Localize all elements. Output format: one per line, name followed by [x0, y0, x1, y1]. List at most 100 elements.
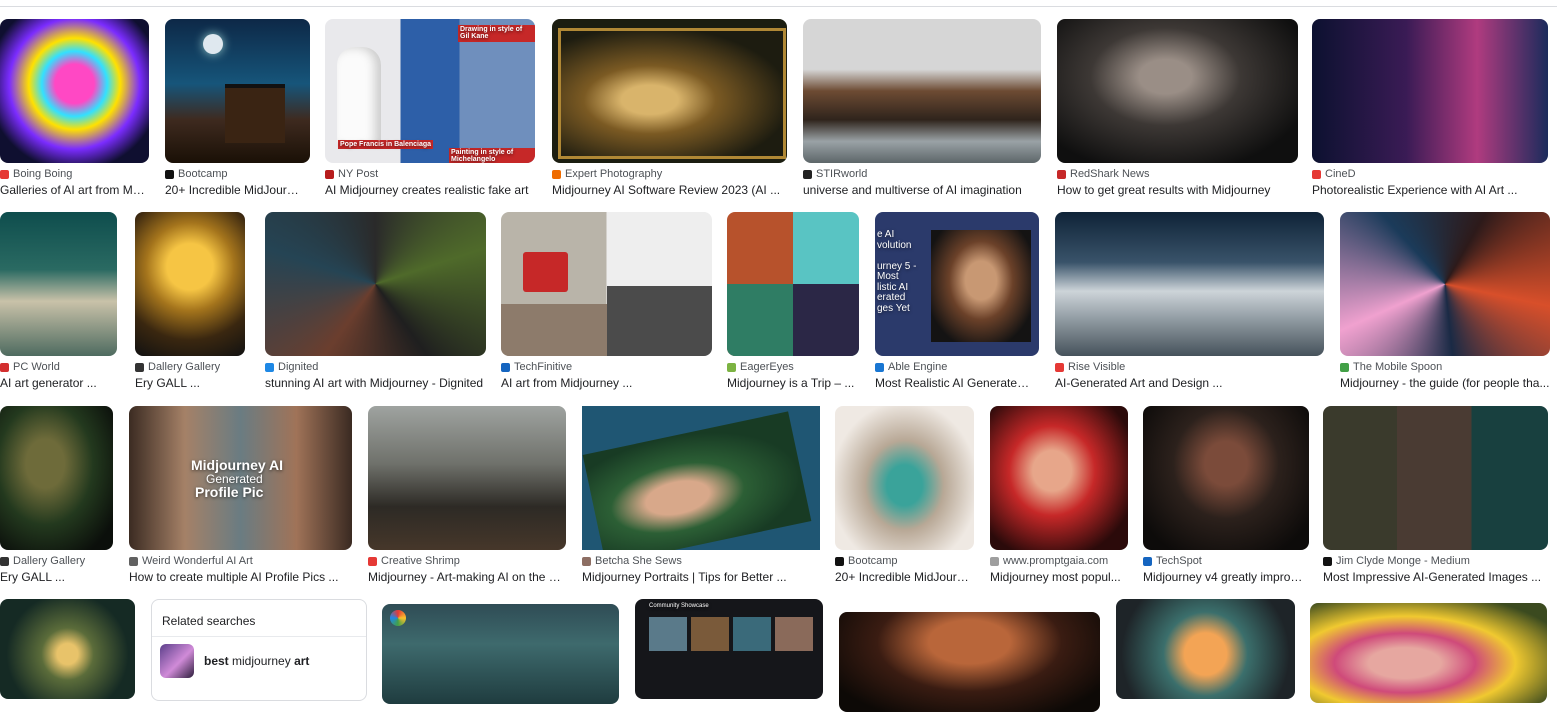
result-thumbnail[interactable] — [1116, 599, 1295, 699]
result-thumbnail[interactable] — [1057, 19, 1298, 163]
result-title[interactable]: Most Realistic AI Generated I... — [875, 376, 1035, 390]
image-result[interactable]: Rise Visible AI-Generated Art and Design… — [1055, 212, 1325, 392]
result-thumbnail[interactable] — [0, 599, 135, 699]
result-title[interactable]: Galleries of AI art from Mi... — [0, 183, 145, 197]
moon-shape — [203, 34, 223, 54]
result-title[interactable]: Midjourney v4 greatly improv... — [1143, 570, 1305, 584]
image-result[interactable]: Dallery Gallery Ery GALL ... — [135, 212, 247, 392]
image-result[interactable]: Dallery Gallery Ery GALL ... — [0, 406, 115, 586]
image-result[interactable]: Drawing in style of Gil Kane Pope Franci… — [325, 19, 537, 199]
result-title[interactable]: AI art from Midjourney ... — [501, 376, 713, 390]
favicon-icon — [501, 362, 510, 372]
image-result[interactable]: www.promptgaia.com Midjourney most popul… — [990, 406, 1130, 586]
result-title[interactable]: How to get great results with Midjourney — [1057, 183, 1298, 197]
result-source: Dallery Gallery — [0, 555, 115, 567]
source-label: NY Post — [338, 168, 379, 180]
image-result[interactable]: Betcha She Sews Midjourney Portraits | T… — [582, 406, 822, 586]
result-source: TechSpot — [1143, 555, 1311, 567]
result-title[interactable]: Midjourney - the guide (for people tha..… — [1340, 376, 1550, 390]
result-thumbnail[interactable] — [582, 406, 820, 550]
result-source: Jim Clyde Monge - Medium — [1323, 555, 1548, 567]
result-thumbnail[interactable]: e AI volution urney 5 - Most listic AI e… — [875, 212, 1039, 356]
source-label: Boing Boing — [13, 168, 73, 180]
result-source: TechFinitive — [501, 361, 713, 373]
result-title[interactable]: 20+ Incredible MidJourn... — [165, 183, 303, 197]
image-result[interactable]: STIRworld universe and multiverse of AI … — [803, 19, 1043, 199]
result-thumbnail[interactable] — [0, 406, 113, 550]
image-result[interactable]: The Mobile Spoon Midjourney - the guide … — [1340, 212, 1557, 392]
result-thumbnail[interactable] — [552, 19, 787, 163]
image-result[interactable]: Bootcamp 20+ Incredible MidJourn... — [165, 19, 315, 199]
result-thumbnail[interactable] — [803, 19, 1041, 163]
query-bold-part: art — [294, 654, 310, 668]
source-label: Dignited — [278, 361, 319, 373]
result-thumbnail[interactable]: Drawing in style of Gil Kane Pope Franci… — [325, 19, 535, 163]
image-result[interactable]: Boing Boing Galleries of AI art from Mi.… — [0, 19, 150, 199]
result-thumbnail[interactable] — [0, 212, 117, 356]
result-thumbnail[interactable] — [1340, 212, 1550, 356]
image-result[interactable]: TechFinitive AI art from Midjourney ... — [501, 212, 713, 392]
result-source: Rise Visible — [1055, 361, 1325, 373]
image-result[interactable]: TechSpot Midjourney v4 greatly improv... — [1143, 406, 1311, 586]
result-thumbnail[interactable] — [1310, 603, 1547, 703]
result-title[interactable]: Ery GALL ... — [0, 570, 113, 584]
result-thumbnail[interactable] — [1312, 19, 1548, 163]
favicon-icon — [552, 169, 561, 179]
image-result[interactable]: PC World AI art generator ... — [0, 212, 118, 392]
result-thumbnail[interactable]: Community Showcase — [635, 599, 823, 699]
image-result[interactable]: EagerEyes Midjourney is a Trip – ... — [727, 212, 860, 392]
result-source: Bootcamp — [835, 555, 975, 567]
result-source: PC World — [0, 361, 118, 373]
result-thumbnail[interactable]: Midjourney AI Generated Profile Pic — [129, 406, 352, 550]
result-title[interactable]: How to create multiple AI Profile Pics .… — [129, 570, 352, 584]
image-result[interactable]: CineD Photorealistic Experience with AI … — [1312, 19, 1557, 199]
image-result[interactable]: Creative Shrimp Midjourney - Art-making … — [368, 406, 568, 586]
result-thumbnail[interactable] — [1055, 212, 1324, 356]
result-thumbnail[interactable] — [368, 406, 566, 550]
result-thumbnail[interactable] — [0, 19, 149, 163]
result-thumbnail[interactable] — [1323, 406, 1548, 550]
source-label: Dallery Gallery — [13, 555, 86, 567]
result-thumbnail[interactable] — [727, 212, 859, 356]
image-result[interactable]: e AI volution urney 5 - Most listic AI e… — [875, 212, 1040, 392]
result-title[interactable]: Midjourney Portraits | Tips for Better .… — [582, 570, 820, 584]
result-thumbnail[interactable] — [990, 406, 1128, 550]
image-result[interactable]: Jim Clyde Monge - Medium Most Impressive… — [1323, 406, 1557, 586]
result-title[interactable]: Midjourney AI Software Review 2023 (AI .… — [552, 183, 782, 197]
result-thumbnail[interactable] — [165, 19, 310, 163]
result-title[interactable]: Midjourney most popul... — [990, 570, 1128, 584]
result-title[interactable]: Midjourney - Art-making AI on the R... — [368, 570, 566, 584]
result-thumbnail[interactable] — [501, 212, 712, 356]
result-thumbnail[interactable] — [839, 612, 1100, 712]
result-source: Bootcamp — [165, 168, 315, 180]
result-title[interactable]: stunning AI art with Midjourney - Dignit… — [265, 376, 487, 390]
favicon-icon — [835, 556, 844, 566]
portrait-tile — [582, 411, 812, 550]
result-thumbnail[interactable] — [835, 406, 974, 550]
favicon-icon — [875, 362, 884, 372]
image-result[interactable]: RedShark News How to get great results w… — [1057, 19, 1299, 199]
house-shape — [225, 84, 285, 143]
result-title[interactable]: universe and multiverse of AI imaginatio… — [803, 183, 1038, 197]
result-thumbnail[interactable] — [135, 212, 245, 356]
result-thumbnail[interactable] — [1143, 406, 1309, 550]
result-title[interactable]: Most Impressive AI-Generated Images ... — [1323, 570, 1548, 584]
image-result[interactable]: Midjourney AI Generated Profile Pic Weir… — [129, 406, 354, 586]
result-thumbnail[interactable] — [382, 604, 619, 704]
image-result[interactable]: Expert Photography Midjourney AI Softwar… — [552, 19, 788, 199]
result-title[interactable]: 20+ Incredible MidJourn... — [835, 570, 973, 584]
image-result[interactable]: Bootcamp 20+ Incredible MidJourn... — [835, 406, 975, 586]
result-title[interactable]: AI Midjourney creates realistic fake art — [325, 183, 535, 197]
result-source: Able Engine — [875, 361, 1040, 373]
result-title[interactable]: AI art generator ... — [0, 376, 116, 390]
puffer-jacket-shape — [337, 47, 381, 147]
result-title[interactable]: Photorealistic Experience with AI Art ..… — [1312, 183, 1548, 197]
result-source: Expert Photography — [552, 168, 788, 180]
result-title[interactable]: AI-Generated Art and Design ... — [1055, 376, 1320, 390]
result-title[interactable]: Ery GALL ... — [135, 376, 245, 390]
result-title[interactable]: Midjourney is a Trip – ... — [727, 376, 857, 390]
related-search-item[interactable]: best midjourney art — [160, 644, 360, 678]
result-thumbnail[interactable] — [265, 212, 486, 356]
result-source: Weird Wonderful AI Art — [129, 555, 354, 567]
image-result[interactable]: Dignited stunning AI art with Midjourney… — [265, 212, 487, 392]
